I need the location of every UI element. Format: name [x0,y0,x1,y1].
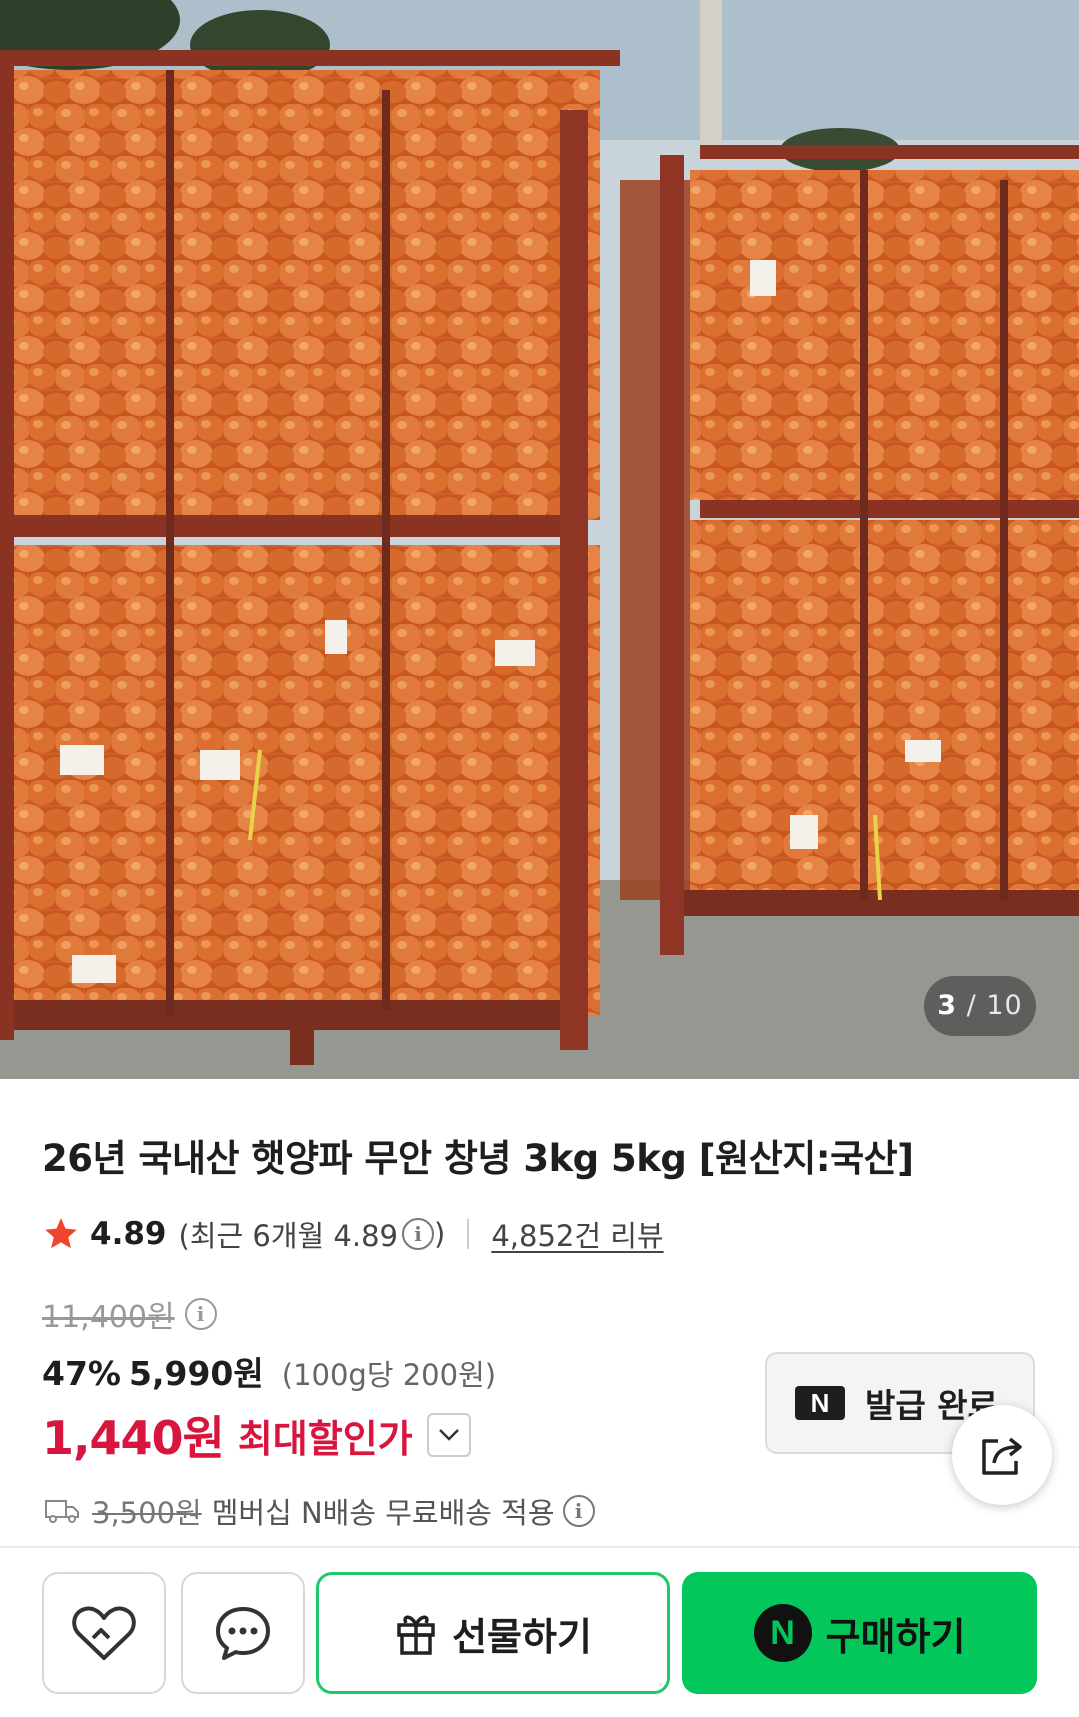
divider [467,1219,470,1249]
unit-price: (100g당 200원) [281,1358,497,1392]
chat-bubble-icon [216,1607,270,1660]
review-count-link[interactable]: 4,852건 리뷰 [491,1213,663,1255]
product-image[interactable]: 3 / 10 [0,0,1079,1079]
gallery-current: 3 [937,990,958,1021]
gallery-page-indicator: 3 / 10 [924,976,1036,1036]
heart-icon [72,1606,136,1660]
talk-button[interactable] [181,1572,305,1694]
original-price-row: 11,400원 i [42,1292,217,1336]
buy-button-label: 구매하기 [825,1614,966,1659]
product-title: 26년 국내산 햇양파 무안 창녕 3kg 5kg [원산지:국산] [42,1137,914,1180]
sale-price: 5,990원 [129,1354,264,1393]
expand-chevron-button[interactable] [426,1413,471,1457]
price-row: 47% 5,990원 (100g당 200원) [42,1347,496,1395]
star-icon [45,1218,77,1249]
share-button[interactable] [952,1405,1052,1505]
chevron-down-icon [438,1429,459,1441]
max-discount-label: 최대할인가 [237,1416,413,1461]
gift-button[interactable]: 선물하기 [316,1572,670,1694]
max-discount-price: 1,440원 [42,1411,225,1465]
naver-pay-n-icon: N [753,1604,812,1662]
max-discount-row[interactable]: 1,440원 최대할인가 [42,1402,471,1468]
gift-button-label: 선물하기 [452,1614,592,1659]
shipping-benefit-text: 멤버십 N배송 무료배송 적용 [211,1496,555,1530]
naver-n-icon: N [795,1386,845,1420]
buy-button[interactable]: N 구매하기 [682,1572,1037,1694]
truck-icon [45,1500,79,1523]
discount-rate: 47% [42,1354,121,1393]
shipping-info-icon[interactable]: i [562,1495,595,1527]
gift-icon [397,1615,435,1655]
wish-button[interactable] [42,1572,166,1694]
gallery-total: 10 [986,990,1023,1021]
price-info-icon[interactable]: i [184,1298,217,1330]
rating-value: 4.89 [90,1216,167,1252]
recent-rating: (최근 6개월 4.89 i ) [179,1213,446,1255]
gallery-separator: / [966,990,977,1021]
share-icon [982,1437,1022,1475]
bottom-bar-divider [0,1546,1079,1548]
onion-crates-illustration [0,0,1079,1079]
info-icon[interactable]: i [402,1218,434,1250]
shipping-fee: 3,500원 [92,1496,202,1530]
recent-rating-close: ) [434,1217,446,1251]
recent-rating-label: (최근 6개월 4.89 [178,1219,399,1253]
original-price: 11,400원 [42,1300,175,1335]
rating-row: 4.89 (최근 6개월 4.89 i ) 4,852건 리뷰 [42,1212,664,1256]
shipping-row: 3,500원 멤버십 N배송 무료배송 적용 i [44,1490,595,1532]
